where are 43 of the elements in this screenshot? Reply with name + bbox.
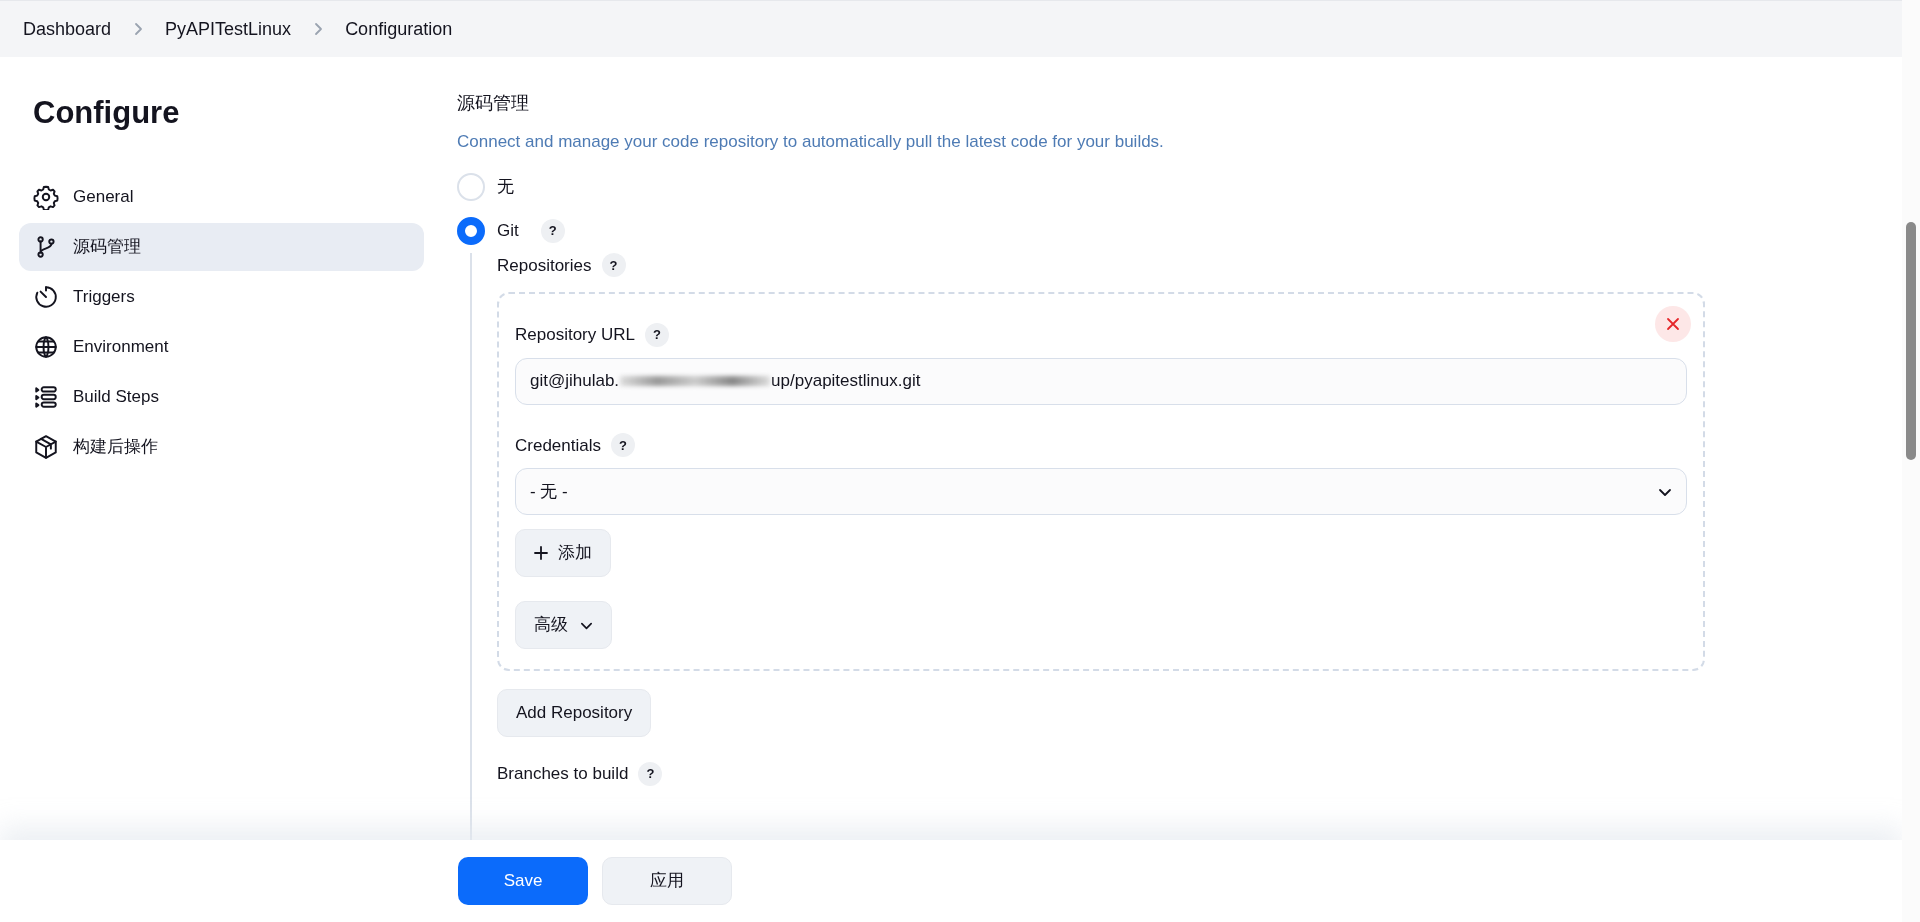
input-field[interactable]: git@jihulab. up/pyapitestlinux.git (515, 357, 1687, 405)
sidebar-item[interactable]: Triggers (19, 272, 424, 321)
help-button[interactable]: ? (638, 761, 663, 786)
remove-button[interactable] (1655, 306, 1691, 342)
field-value: up/pyapitestlinux.git (771, 370, 921, 393)
field-label: Repository URL (515, 324, 635, 346)
sidebar-item[interactable]: Build Steps (19, 372, 424, 421)
scrollbar[interactable] (1902, 0, 1920, 922)
package-icon (33, 433, 59, 460)
add-button[interactable]: 添加 (515, 529, 611, 577)
save-button[interactable]: Save (458, 857, 588, 905)
field-label: Credentials (515, 434, 601, 457)
select-field[interactable]: - 无 - (515, 468, 1687, 515)
page-title: Configure (33, 94, 181, 132)
select-value: - 无 - (530, 480, 568, 503)
help-button[interactable]: ? (645, 322, 669, 347)
breadcrumb-link[interactable]: PyAPITestLinux (165, 15, 292, 43)
sidebar-item[interactable]: 源码管理 (19, 222, 424, 271)
radio-label: Git (497, 219, 519, 242)
field-value: git@jihulab. (530, 370, 620, 393)
list-icon (33, 383, 59, 410)
field-label: Repositories (497, 254, 592, 277)
section-title: 源码管理 (457, 92, 530, 115)
close-icon (1666, 317, 1680, 331)
sidebar-item[interactable]: General (19, 172, 424, 221)
apply-button[interactable]: 应用 (602, 857, 732, 905)
breadcrumb-link[interactable]: Dashboard (23, 15, 112, 43)
add-repository-button[interactable]: Add Repository (497, 689, 652, 737)
globe-icon (33, 333, 59, 360)
plus-icon (534, 546, 548, 560)
sidebar-item[interactable]: 构建后操作 (19, 422, 424, 471)
advanced-button[interactable]: 高级 (515, 601, 612, 649)
radio-label: 无 (497, 175, 514, 198)
breadcrumb-link[interactable]: Configuration (345, 15, 453, 43)
field-label: Branches to build (497, 763, 629, 785)
help-button[interactable]: ? (540, 218, 565, 243)
help-button[interactable]: ? (611, 433, 635, 458)
gear-icon (33, 183, 59, 210)
radio-button[interactable] (457, 216, 485, 245)
timer-icon (33, 283, 59, 310)
help-button[interactable]: ? (601, 253, 626, 278)
sidebar-item[interactable]: Environment (19, 322, 424, 371)
section-description: Connect and manage your code repository to automatically pull the latest code for your builds. (457, 131, 1165, 153)
